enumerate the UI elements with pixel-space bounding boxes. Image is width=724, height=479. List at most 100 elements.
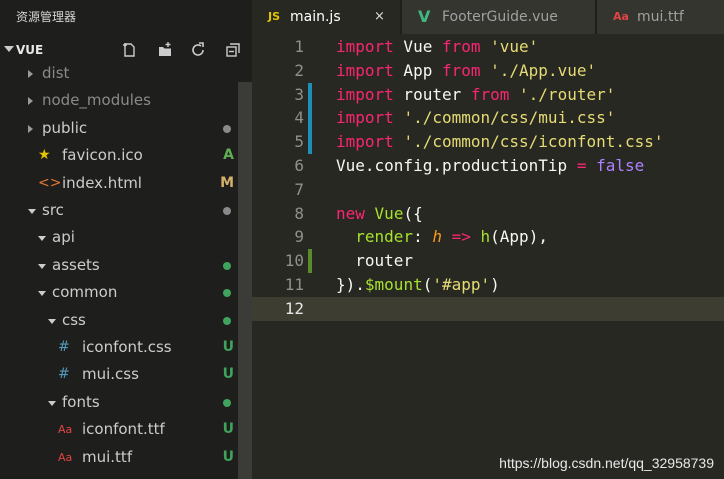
code-token: router bbox=[393, 84, 471, 104]
font-icon: Aa bbox=[58, 423, 73, 437]
tree-item-iconfont-ttf[interactable]: Aa iconfont.ttf U bbox=[0, 416, 238, 443]
git-change-marker bbox=[308, 82, 312, 154]
code-text: render: h => h(App), bbox=[336, 225, 548, 249]
code-line[interactable]: 5 import './common/css/iconfont.css' bbox=[252, 130, 724, 154]
tree-item-label: iconfont.ttf bbox=[82, 420, 165, 439]
html-icon: <> bbox=[38, 174, 62, 191]
git-status-badge: U bbox=[222, 366, 234, 383]
line-number: 6 bbox=[294, 156, 304, 175]
tree-item-node-modules[interactable]: node_modules bbox=[0, 87, 238, 114]
code-token: Vue.config.productionTip bbox=[336, 156, 577, 175]
editor-tab-bar: JS main.js × V FooterGuide.vue Aa mui.ttf bbox=[252, 0, 724, 34]
code-line[interactable]: 3 import router from './router' bbox=[252, 83, 724, 107]
code-editor[interactable]: 1 import Vue from 'vue' 2 import App from '… bbox=[252, 34, 724, 479]
code-text: import router from './router' bbox=[336, 83, 615, 107]
git-status-dot bbox=[223, 316, 231, 325]
tree-item-iconfont-css[interactable]: # iconfont.css U bbox=[0, 334, 238, 361]
code-text: }).$mount('#app') bbox=[336, 273, 500, 297]
tab-mui-ttf[interactable]: Aa mui.ttf bbox=[597, 0, 724, 34]
code-line[interactable]: 11}).$mount('#app') bbox=[252, 273, 724, 297]
tree-item-mui-ttf[interactable]: Aa mui.ttf U bbox=[0, 444, 238, 471]
code-line[interactable]: 6 Vue.config.productionTip = false bbox=[252, 154, 724, 178]
chevron-down-icon[interactable] bbox=[4, 46, 14, 52]
git-status-dot bbox=[223, 398, 231, 407]
code-token: : bbox=[413, 227, 433, 247]
tree-item-api[interactable]: api bbox=[0, 224, 238, 251]
new-file-icon[interactable] bbox=[120, 41, 138, 59]
tree-item-label: common bbox=[52, 283, 118, 302]
code-token: import bbox=[336, 84, 394, 104]
code-line[interactable]: 10 router bbox=[252, 249, 724, 273]
tree-item-favicon-ico[interactable]: ★ favicon.ico A bbox=[0, 142, 238, 169]
chevron-down-icon[interactable] bbox=[38, 236, 46, 242]
line-number: 4 bbox=[294, 108, 304, 128]
code-token: }). bbox=[336, 275, 365, 294]
code-token: $mount bbox=[364, 275, 423, 294]
explorer-sidebar: 资源管理器 VUE dist node_modules public ★ favicon… bbox=[0, 0, 252, 479]
code-token: App bbox=[393, 60, 442, 80]
tree-item-label: fonts bbox=[62, 392, 100, 411]
collapse-all-icon[interactable] bbox=[224, 41, 242, 59]
vue-icon: V bbox=[418, 7, 431, 26]
git-status-dot bbox=[223, 124, 231, 133]
code-text: new Vue({ bbox=[336, 202, 423, 226]
refresh-icon[interactable] bbox=[189, 41, 207, 59]
chevron-down-icon[interactable] bbox=[38, 263, 46, 269]
tree-item-css[interactable]: css bbox=[0, 307, 238, 334]
explorer-title: 资源管理器 bbox=[16, 10, 77, 24]
code-token: new bbox=[336, 203, 365, 223]
tree-item-label: mui.ttf bbox=[82, 447, 133, 466]
new-folder-icon[interactable] bbox=[156, 41, 174, 59]
sidebar-scrollbar[interactable] bbox=[238, 82, 252, 479]
code-line[interactable]: 7 bbox=[252, 178, 724, 202]
code-text: import './common/css/iconfont.css' bbox=[336, 130, 664, 154]
code-token: from bbox=[441, 60, 481, 80]
tab-footerguide-vue[interactable]: V FooterGuide.vue bbox=[402, 0, 595, 34]
code-line[interactable]: 1 import Vue from 'vue' bbox=[252, 35, 724, 59]
tree-item-dist[interactable]: dist bbox=[0, 60, 238, 87]
chevron-right-icon[interactable] bbox=[28, 70, 33, 78]
line-number: 10 bbox=[284, 251, 304, 271]
code-line[interactable]: 4 import './common/css/mui.css' bbox=[252, 106, 724, 130]
code-token: false bbox=[596, 156, 645, 175]
code-token: Vue bbox=[374, 203, 404, 223]
code-token: import bbox=[336, 60, 394, 80]
tree-item-public[interactable]: public bbox=[0, 115, 238, 142]
code-token: './router' bbox=[519, 84, 616, 104]
tree-item-index-html[interactable]: <> index.html M bbox=[0, 170, 238, 197]
code-token: from bbox=[470, 84, 510, 104]
chevron-down-icon[interactable] bbox=[48, 400, 56, 406]
code-token: ({ bbox=[403, 203, 423, 223]
code-token: render bbox=[355, 227, 414, 247]
tree-item-assets[interactable]: assets bbox=[0, 252, 238, 279]
javascript-icon: JS bbox=[268, 10, 281, 23]
close-icon[interactable]: × bbox=[374, 0, 385, 34]
code-line[interactable]: 9 render: h => h(App), bbox=[252, 225, 724, 249]
git-status-badge: U bbox=[222, 448, 234, 465]
star-icon: ★ bbox=[38, 147, 51, 164]
tree-item-src[interactable]: src bbox=[0, 197, 238, 224]
hash-icon: # bbox=[58, 339, 70, 355]
tab-main-js[interactable]: JS main.js × bbox=[252, 0, 400, 34]
chevron-right-icon[interactable] bbox=[28, 124, 33, 133]
code-token: Vue bbox=[393, 37, 442, 56]
chevron-down-icon[interactable] bbox=[38, 291, 46, 297]
tree-item-common[interactable]: common bbox=[0, 279, 238, 306]
tree-item-label: assets bbox=[52, 255, 100, 274]
code-line[interactable]: 12 bbox=[252, 296, 724, 321]
code-token: ) bbox=[490, 275, 500, 294]
code-line[interactable]: 2 import App from './App.vue' bbox=[252, 59, 724, 83]
tree-item-label: dist bbox=[42, 64, 70, 82]
code-token: h bbox=[480, 227, 491, 247]
tree-item-mui-css[interactable]: # mui.css U bbox=[0, 361, 238, 388]
tree-item-fonts[interactable]: fonts bbox=[0, 389, 238, 416]
code-line[interactable]: 8 new Vue({ bbox=[252, 202, 724, 226]
chevron-down-icon[interactable] bbox=[28, 209, 36, 214]
chevron-down-icon[interactable] bbox=[48, 318, 56, 324]
line-number: 9 bbox=[294, 227, 304, 247]
chevron-right-icon[interactable] bbox=[28, 97, 33, 106]
